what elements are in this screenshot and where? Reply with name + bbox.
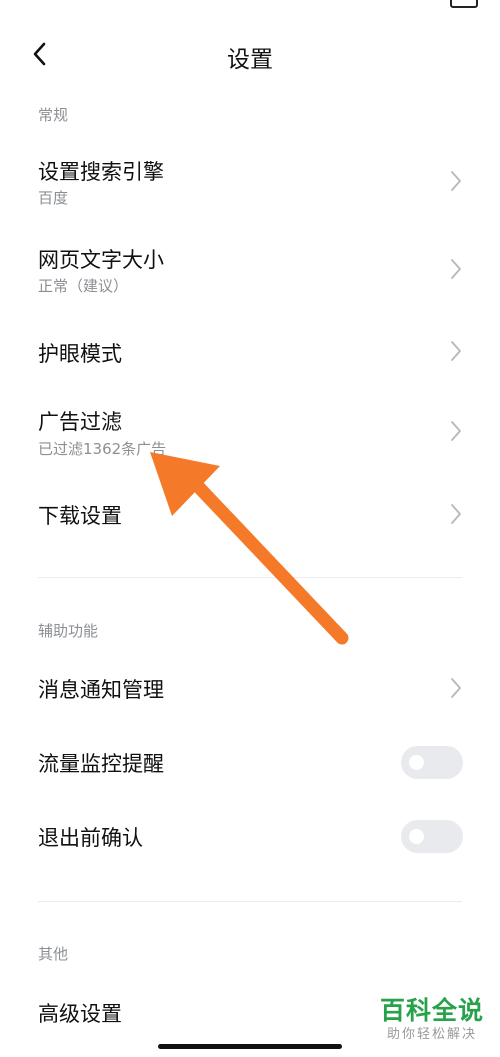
row-title: 设置搜索引擎 xyxy=(38,160,164,184)
row-title: 护眼模式 xyxy=(38,342,122,366)
setting-font-size[interactable]: 网页文字大小 正常（建议） xyxy=(0,234,500,306)
chevron-right-icon xyxy=(451,259,461,279)
setting-download[interactable]: 下载设置 xyxy=(0,488,500,542)
watermark-sub: 助你轻松解决 xyxy=(386,1027,477,1042)
setting-traffic-monitor: 流量监控提醒 xyxy=(0,736,500,790)
row-title: 流量监控提醒 xyxy=(38,752,164,776)
row-title: 退出前确认 xyxy=(38,826,143,850)
toggle-knob xyxy=(409,829,424,844)
section-label-general: 常规 xyxy=(38,106,69,124)
setting-notification-management[interactable]: 消息通知管理 xyxy=(0,662,500,716)
traffic-monitor-toggle[interactable] xyxy=(401,746,463,779)
row-subtitle: 百度 xyxy=(38,189,69,207)
row-title: 消息通知管理 xyxy=(38,678,164,702)
chevron-right-icon xyxy=(451,421,461,441)
section-label-other: 其他 xyxy=(38,945,69,963)
watermark-main: 百科全说 xyxy=(379,996,484,1025)
row-subtitle: 正常（建议） xyxy=(38,277,129,295)
setting-search-engine[interactable]: 设置搜索引擎 百度 xyxy=(0,146,500,218)
section-divider xyxy=(38,577,462,578)
status-bar xyxy=(0,0,500,10)
exit-confirm-toggle[interactable] xyxy=(401,820,463,853)
section-label-accessibility: 辅助功能 xyxy=(38,622,99,640)
row-title: 高级设置 xyxy=(38,1002,122,1026)
chevron-right-icon xyxy=(451,341,461,361)
chevron-right-icon xyxy=(451,504,461,524)
row-title: 广告过滤 xyxy=(38,410,122,434)
battery-icon xyxy=(450,0,478,8)
chevron-right-icon xyxy=(451,678,461,698)
watermark: 百科全说 助你轻松解决 xyxy=(372,996,492,1044)
row-subtitle: 已过滤1362条广告 xyxy=(38,440,167,458)
setting-ad-filter[interactable]: 广告过滤 已过滤1362条广告 xyxy=(0,398,500,470)
page-title: 设置 xyxy=(227,47,273,73)
row-title: 下载设置 xyxy=(38,504,122,528)
setting-exit-confirm: 退出前确认 xyxy=(0,810,500,864)
chevron-right-icon xyxy=(451,171,461,191)
row-title: 网页文字大小 xyxy=(38,248,164,272)
home-indicator xyxy=(158,1044,342,1049)
setting-eye-care[interactable]: 护眼模式 xyxy=(0,324,500,378)
section-divider xyxy=(38,901,462,902)
toggle-knob xyxy=(409,755,424,770)
